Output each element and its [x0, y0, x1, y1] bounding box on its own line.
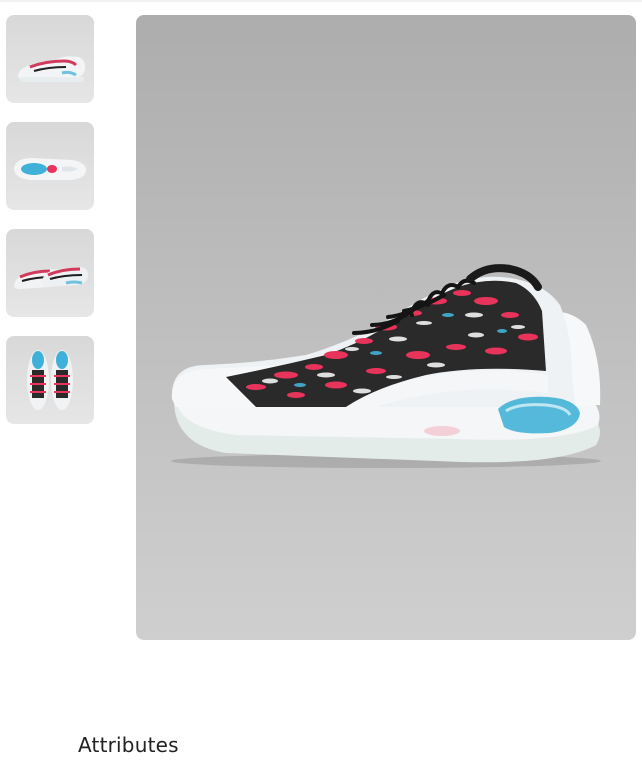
shoe-main-image: [171, 264, 601, 468]
thumbnail-sole-view[interactable]: [6, 122, 94, 210]
main-product-image[interactable]: [136, 15, 636, 640]
shoe-pair-thumbnail-image: [14, 267, 88, 289]
thumbnail-pair-view[interactable]: [6, 229, 94, 317]
shoe-top-thumbnail-image: [27, 350, 73, 410]
top-divider: [0, 0, 642, 2]
thumbnail-list: [6, 15, 94, 443]
thumbnail-side-view[interactable]: [6, 15, 94, 103]
product-gallery-page: Attributes: [0, 0, 642, 767]
thumbnail-top-view[interactable]: [6, 336, 94, 424]
shoe-sole-thumbnail-image: [14, 158, 86, 180]
attributes-heading: Attributes: [78, 733, 179, 757]
shoe-side-thumbnail-image: [18, 56, 86, 82]
